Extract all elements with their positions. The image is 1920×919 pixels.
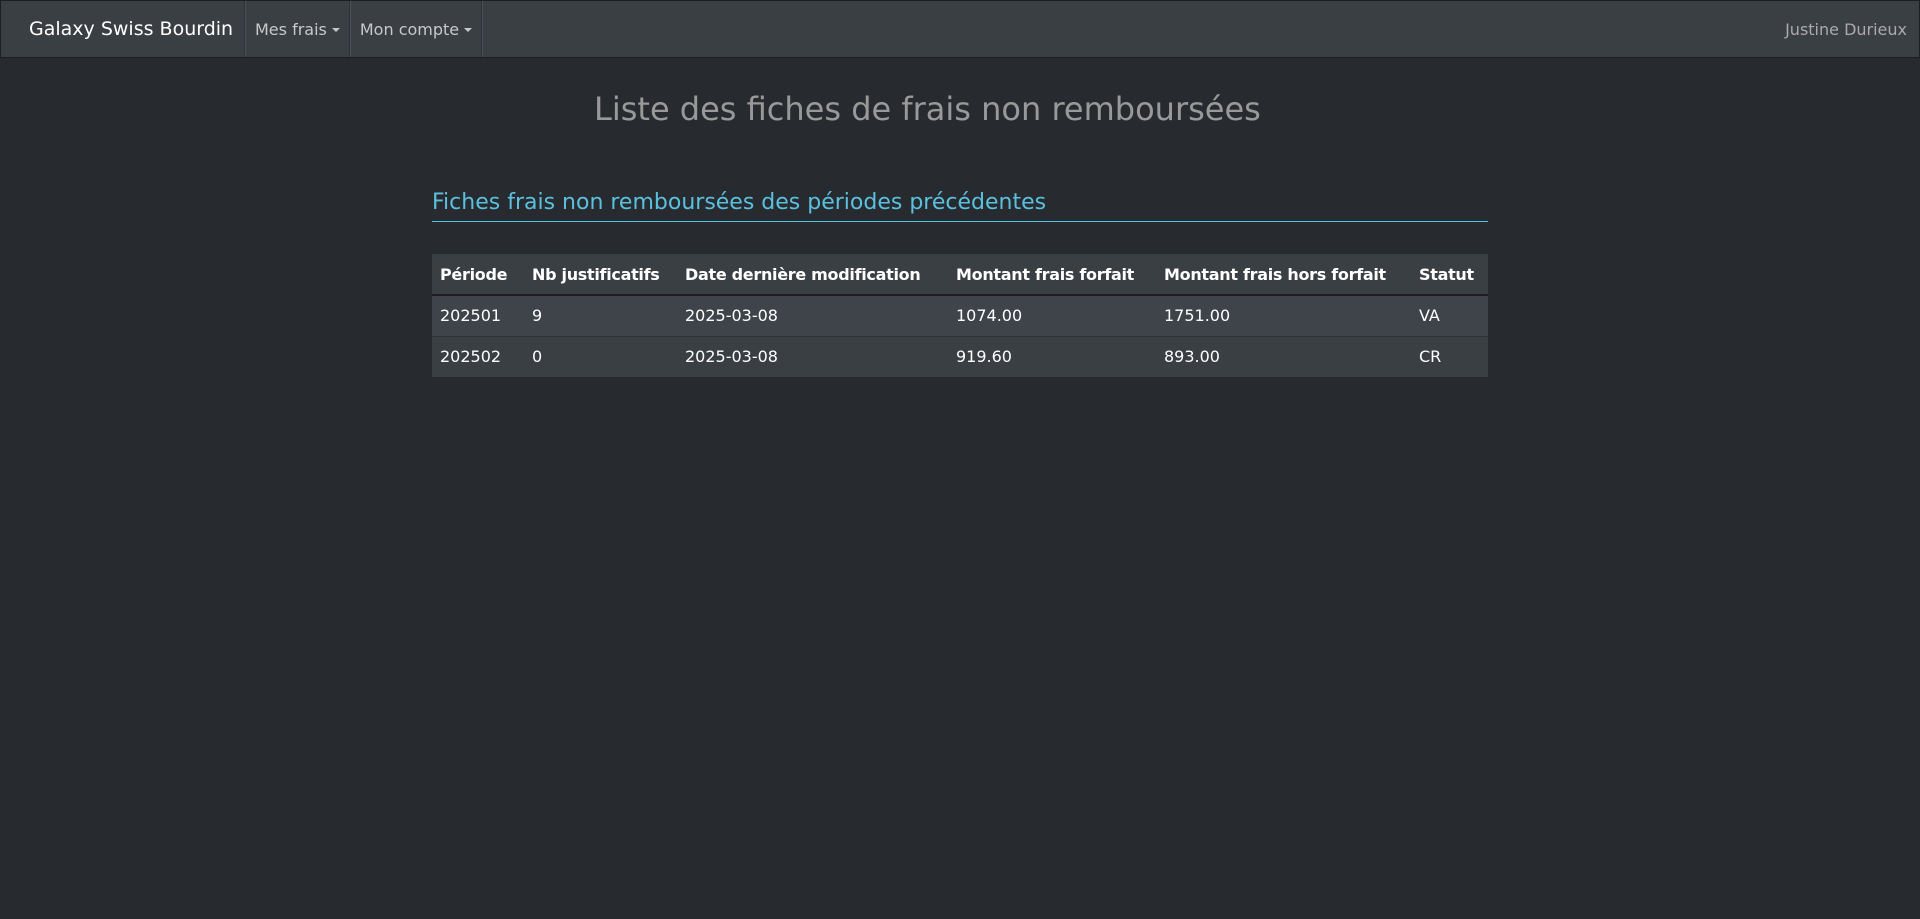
header-montant-forfait: Montant frais forfait [948, 254, 1156, 296]
menu-mes-frais[interactable]: Mes frais [245, 1, 350, 57]
cell-montant-forfait: 1074.00 [948, 294, 1156, 336]
cell-date-modification: 2025-03-08 [677, 335, 948, 377]
fiches-table: Période Nb justificatifs Date dernière m… [432, 254, 1488, 377]
cell-nb-justificatifs: 0 [524, 335, 677, 377]
cell-montant-hors-forfait: 893.00 [1156, 335, 1411, 377]
caret-down-icon [464, 28, 473, 32]
menu-mes-frais-label: Mes frais [255, 19, 327, 39]
header-statut: Statut [1411, 254, 1488, 296]
table-row: 202502 0 2025-03-08 919.60 893.00 CR [432, 335, 1488, 377]
menu-mon-compte-label: Mon compte [359, 19, 460, 39]
menu-mon-compte[interactable]: Mon compte [349, 1, 483, 57]
cell-periode: 202502 [432, 335, 524, 377]
header-nb-justificatifs: Nb justificatifs [524, 254, 677, 296]
cell-montant-forfait: 919.60 [948, 335, 1156, 377]
caret-down-icon [331, 28, 340, 32]
cell-date-modification: 2025-03-08 [677, 294, 948, 336]
navbar: Galaxy Swiss Bourdin Mes frais Mon compt… [0, 0, 1920, 58]
table-header-row: Période Nb justificatifs Date dernière m… [432, 254, 1488, 296]
cell-nb-justificatifs: 9 [524, 294, 677, 336]
cell-periode: 202501 [432, 294, 524, 336]
cell-statut: CR [1411, 335, 1488, 377]
page-title: Liste des fiches de frais non remboursée… [594, 90, 1261, 128]
cell-montant-hors-forfait: 1751.00 [1156, 294, 1411, 336]
cell-statut: VA [1411, 294, 1488, 336]
section-title: Fiches frais non remboursées des période… [432, 190, 1488, 222]
brand-link[interactable]: Galaxy Swiss Bourdin [1, 1, 245, 57]
header-montant-hors-forfait: Montant frais hors forfait [1156, 254, 1411, 296]
table-row: 202501 9 2025-03-08 1074.00 1751.00 VA [432, 294, 1488, 336]
user-name[interactable]: Justine Durieux [1785, 1, 1919, 57]
fiches-section: Fiches frais non remboursées des période… [432, 190, 1488, 377]
header-periode: Période [432, 254, 524, 296]
navbar-spacer [482, 1, 1785, 57]
header-date-modification: Date dernière modification [677, 254, 948, 296]
